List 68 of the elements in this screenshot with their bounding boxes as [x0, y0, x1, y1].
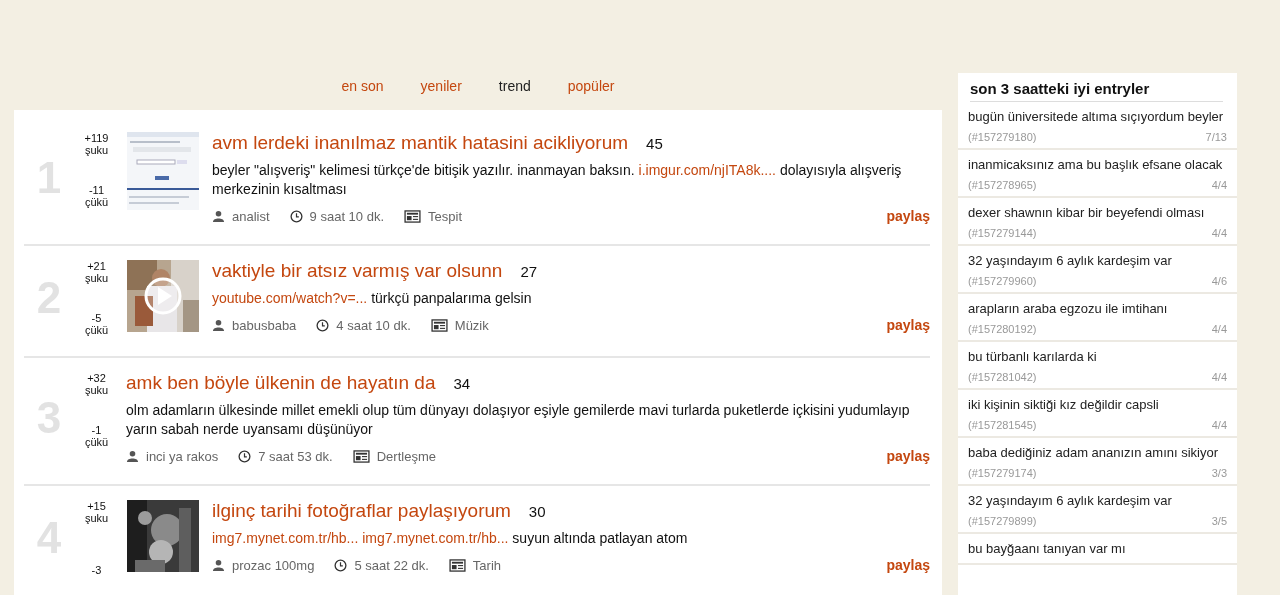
- entry-title-link[interactable]: amk ben böyle ülkenin de hayatın da: [126, 372, 436, 394]
- author-link[interactable]: analist: [232, 208, 270, 224]
- downvote-link[interactable]: -3: [74, 564, 119, 576]
- newspaper-icon: [430, 318, 448, 332]
- feed-tab[interactable]: yeniler: [420, 78, 462, 110]
- sidebar-item[interactable]: 32 yaşındayım 6 aylık kardeşim var (#157279899) 3/5: [958, 486, 1237, 534]
- sidebar-item[interactable]: iki kişinin siktiği kız değildir capsli (#157281545) 4/4: [958, 390, 1237, 438]
- entry-link[interactable]: i.imgur.com/njITA8k....: [638, 162, 776, 178]
- user-icon: [212, 209, 225, 223]
- entry-time: 4 saat 10 dk.: [336, 317, 411, 333]
- user-icon: [212, 558, 225, 572]
- sidebar-item[interactable]: inanmicaksınız ama bu başlık efsane olacak (#157278965) 4/4: [958, 150, 1237, 198]
- share-link[interactable]: paylaş: [886, 317, 930, 333]
- entry-count: 27: [520, 263, 538, 280]
- sidebar-item[interactable]: 32 yaşındayım 6 aylık kardeşim var (#157279960) 4/6: [958, 246, 1237, 294]
- upvote-link[interactable]: +32 şuku: [74, 372, 119, 396]
- entry-title-link[interactable]: avm lerdeki inanılmaz mantik hatasini acikliyorum: [212, 132, 629, 154]
- entry-text: youtube.com/watch?v=... türkçü panpalarıma gelsin: [212, 289, 533, 308]
- channel-link[interactable]: Müzik: [454, 317, 489, 333]
- newspaper-icon: [448, 558, 466, 572]
- newspaper-icon: [404, 209, 422, 223]
- feed-tab[interactable]: en son: [341, 78, 384, 110]
- upvote-link[interactable]: +21 şuku: [74, 260, 119, 284]
- channel-link[interactable]: Tespit: [428, 208, 462, 224]
- entry-title-link[interactable]: ilginç tarihi fotoğraflar paylaşıyorum: [212, 500, 511, 522]
- author-link[interactable]: prozac 100mg: [232, 557, 315, 573]
- share-link[interactable]: paylaş: [886, 448, 930, 464]
- newspaper-icon: [352, 449, 370, 463]
- sidebar-item[interactable]: arapların araba egzozu ile imtihanı (#157280192) 4/4: [958, 294, 1237, 342]
- share-link[interactable]: paylaş: [886, 557, 930, 573]
- channel-link[interactable]: Dertleşme: [376, 448, 436, 464]
- entry-count: 30: [528, 503, 546, 520]
- user-icon: [212, 318, 225, 332]
- downvote-link[interactable]: -11 çükü: [74, 184, 119, 208]
- entry-text: beyler "alışveriş" kelimesi türkçe'de bitişik yazılır. inanmayan baksın. i.imgur.com/njITA8k.... dolayısıyla alışveriş merkezinin kısaltması: [212, 161, 903, 199]
- clock-icon: [334, 558, 348, 572]
- author-link[interactable]: inci ya rakos: [146, 448, 219, 464]
- upvote-link[interactable]: +15 şuku: [74, 500, 119, 524]
- user-icon: [126, 449, 139, 463]
- channel-link[interactable]: Tarih: [472, 557, 502, 573]
- entry-time: 7 saat 53 dk.: [258, 448, 333, 464]
- clock-icon: [238, 449, 252, 463]
- sidebar-item[interactable]: bu bayğaanı tanıyan var mı: [958, 534, 1237, 565]
- sidebar-item[interactable]: baba dediğiniz adam ananızın amını sikiyor (#157279174) 3/3: [958, 438, 1237, 486]
- entry-title-link[interactable]: vaktiyle bir atsız varmış var olsunn: [212, 260, 503, 282]
- feed-tab[interactable]: popüler: [567, 78, 615, 110]
- entry-link[interactable]: img7.mynet.com.tr/hb...: [362, 530, 509, 546]
- sidebar-title: son 3 saatteki iyi entryler: [970, 73, 1223, 102]
- author-link[interactable]: babusbaba: [232, 317, 297, 333]
- entry-count: 45: [646, 135, 663, 152]
- sidebar-item[interactable]: bugün üniversitede altıma sıçıyordum beyler (#157279180) 7/13: [958, 102, 1237, 150]
- entry-time: 5 saat 22 dk.: [354, 557, 429, 573]
- entry-link[interactable]: img7.mynet.com.tr/hb...: [212, 530, 359, 546]
- entry-time: 9 saat 10 dk.: [309, 208, 385, 224]
- upvote-link[interactable]: +119 şuku: [74, 132, 119, 156]
- share-link[interactable]: paylaş: [886, 208, 930, 224]
- play-icon[interactable]: [143, 276, 183, 316]
- entry-count: 34: [453, 375, 471, 392]
- feed-tab[interactable]: trend: [498, 78, 531, 110]
- downvote-link[interactable]: -1 çükü: [74, 424, 119, 448]
- clock-icon: [316, 318, 330, 332]
- downvote-link[interactable]: -5 çükü: [74, 312, 119, 336]
- entry-link[interactable]: youtube.com/watch?v=...: [212, 290, 368, 306]
- entry-text: olm adamların ülkesinde millet emekli olup tüm dünyayı dolaşıyor eşiyle gemilerde mavi turlarda puketlerde içkisini yudumlayıp yarın sabah nerde uyansamı düşünüyor: [126, 401, 911, 439]
- entry-text: img7.mynet.com.tr/hb... img7.mynet.com.tr/hb... suyun altında patlayan atom: [212, 529, 689, 548]
- sidebar-item[interactable]: dexer shawnın kibar bir beyefendi olması (#157279144) 4/4: [958, 198, 1237, 246]
- clock-icon: [289, 209, 303, 223]
- sidebar-item[interactable]: bu türbanlı karılarda ki (#157281042) 4/4: [958, 342, 1237, 390]
